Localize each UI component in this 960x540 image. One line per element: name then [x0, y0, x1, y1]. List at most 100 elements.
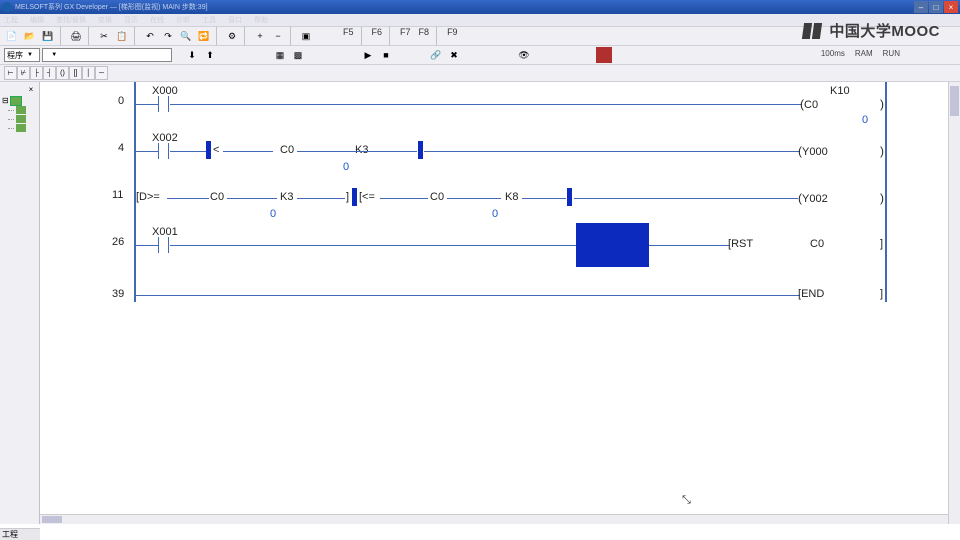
toolbar-secondary: 程序▼ ▼ ⬇ ⬆ ▦ ▩ ▶ ■ 🔗 ✖ 👁: [0, 46, 960, 65]
compare-bracket-r: ]: [346, 191, 349, 203]
zoom-in-icon[interactable]: +: [252, 28, 268, 44]
redo-icon[interactable]: ↷: [160, 28, 176, 44]
rung-4[interactable]: 4 X002 < C0 0 K3 (Y000 ): [40, 129, 960, 176]
menu-item[interactable]: 在线: [150, 15, 164, 25]
scroll-thumb[interactable]: [42, 516, 62, 523]
param-icon[interactable]: ▦: [272, 47, 288, 63]
window-title: MELSOFT系列 GX Developer — [梯形图(监视) MAIN 步…: [15, 2, 913, 12]
app-icon: [2, 2, 12, 12]
record-icon[interactable]: [596, 47, 612, 63]
tree-folder-icon[interactable]: [11, 97, 21, 105]
ladder-editor[interactable]: 0 X000 K10 (C0 ) 0 4 X002 < C0 0 K3: [40, 82, 960, 524]
coil-label: Y002: [802, 193, 828, 205]
step-f7[interactable]: F7: [400, 27, 411, 45]
menu-item[interactable]: 工具: [202, 15, 216, 25]
disc-icon[interactable]: ✖: [446, 47, 462, 63]
stop-icon[interactable]: ■: [378, 47, 394, 63]
copy-icon[interactable]: 📋: [114, 28, 130, 44]
horizontal-scrollbar[interactable]: [40, 514, 948, 524]
sidebar-close-icon[interactable]: ×: [25, 84, 37, 94]
rung-11[interactable]: 11 [D>= C0 0 K3 ] [<= C0 0 K8 (Y002 ): [40, 176, 960, 223]
open-icon[interactable]: 📂: [22, 28, 38, 44]
ld-no-contact-icon[interactable]: ⊢: [4, 66, 17, 80]
menu-item[interactable]: 查找/替换: [56, 15, 86, 25]
monitor-fill: [567, 188, 572, 206]
menu-item[interactable]: 诊断: [176, 15, 190, 25]
step-f8[interactable]: F8: [419, 27, 430, 45]
menu-item[interactable]: 帮助: [254, 15, 268, 25]
mode-dropdown[interactable]: 程序▼: [4, 48, 40, 62]
menu-item[interactable]: 显示: [124, 15, 138, 25]
rung-26[interactable]: 26 X001 [RST C0 ]: [40, 223, 960, 285]
selection-cursor: [576, 223, 649, 267]
rung-number: 11: [112, 189, 123, 201]
project-sidebar: × ⊟: [0, 82, 40, 524]
upload-icon[interactable]: ⬆: [202, 47, 218, 63]
rung-end[interactable]: 39 [END ]: [40, 285, 960, 315]
contact-label: X002: [152, 132, 178, 144]
tree-item-icon[interactable]: [16, 106, 26, 114]
status-time: 100ms: [821, 49, 845, 58]
new-icon[interactable]: 📄: [4, 28, 20, 44]
monitor-fill: [418, 141, 423, 159]
rung-0[interactable]: 0 X000 K10 (C0 ) 0: [40, 82, 960, 129]
ld-nc-contact-icon[interactable]: ⊬: [17, 66, 30, 80]
menu-item[interactable]: 编辑: [30, 15, 44, 25]
compare-bracket: [<=: [359, 191, 375, 203]
undo-icon[interactable]: ↶: [142, 28, 158, 44]
menu-bar: 工程 编辑 查找/替换 变换 显示 在线 诊断 工具 窗口 帮助: [0, 14, 960, 26]
instruction-operand: C0: [810, 238, 824, 250]
cut-icon[interactable]: ✂: [96, 28, 112, 44]
tree-item-icon[interactable]: [16, 115, 26, 123]
step-f5[interactable]: F5: [343, 27, 354, 45]
compare-k: K3: [355, 144, 368, 156]
menu-item[interactable]: 窗口: [228, 15, 242, 25]
maximize-button[interactable]: □: [929, 1, 943, 13]
ld-branch2-icon[interactable]: ┤: [43, 66, 56, 80]
minimize-button[interactable]: –: [914, 1, 928, 13]
address-dropdown[interactable]: ▼: [42, 48, 172, 62]
contact-label: X000: [152, 85, 178, 97]
toolbar-main: 📄 📂 💾 🖨 ✂ 📋 ↶ ↷ 🔍 🔁 ⚙ + − ▣ F5 F6 F7 F8 …: [0, 26, 960, 46]
connect-icon[interactable]: 🔗: [428, 47, 444, 63]
ld-vline-icon[interactable]: │: [82, 66, 95, 80]
compare-value: 0: [343, 161, 349, 173]
print-icon[interactable]: 🖨: [68, 28, 84, 44]
monitor-icon[interactable]: ▣: [298, 28, 314, 44]
rung-number: 4: [118, 142, 124, 154]
monitor-fill: [352, 188, 357, 206]
coil-k-value: K10: [830, 85, 850, 97]
compare-bracket: [D>=: [136, 191, 160, 203]
menu-item[interactable]: 变换: [98, 15, 112, 25]
convert-icon[interactable]: ⚙: [224, 28, 240, 44]
ld-coil-icon[interactable]: (): [56, 66, 69, 80]
scroll-thumb[interactable]: [950, 86, 959, 116]
download-icon[interactable]: ⬇: [184, 47, 200, 63]
contact-label: X001: [152, 226, 178, 238]
ld-branch-icon[interactable]: ├: [30, 66, 43, 80]
coil-label: C0: [804, 99, 818, 111]
ld-func-icon[interactable]: []: [69, 66, 82, 80]
status-right: 100ms RAM RUN: [821, 49, 900, 58]
watch-icon[interactable]: 👁: [516, 47, 532, 63]
tree-item-icon[interactable]: [16, 124, 26, 132]
bottom-tab[interactable]: 工程: [0, 528, 40, 540]
title-bar: MELSOFT系列 GX Developer — [梯形图(监视) MAIN 步…: [0, 0, 960, 14]
zoom-out-icon[interactable]: −: [270, 28, 286, 44]
coil-value: 0: [862, 114, 868, 126]
menu-item[interactable]: 工程: [4, 15, 18, 25]
ld-hline-icon[interactable]: ─: [95, 66, 108, 80]
ladder-element-group: F5 F6 F7 F8 F9: [340, 27, 461, 45]
vertical-scrollbar[interactable]: [948, 82, 960, 524]
replace-icon[interactable]: 🔁: [196, 28, 212, 44]
compare-operand: C0: [210, 191, 224, 203]
step-f6[interactable]: F6: [372, 27, 383, 45]
param2-icon[interactable]: ▩: [290, 47, 306, 63]
step-f9[interactable]: F9: [447, 27, 458, 45]
close-button[interactable]: ×: [944, 1, 958, 13]
coil-label: Y000: [802, 146, 828, 158]
find-icon[interactable]: 🔍: [178, 28, 194, 44]
run-icon[interactable]: ▶: [360, 47, 376, 63]
save-icon[interactable]: 💾: [40, 28, 56, 44]
status-ram: RAM: [855, 49, 873, 58]
